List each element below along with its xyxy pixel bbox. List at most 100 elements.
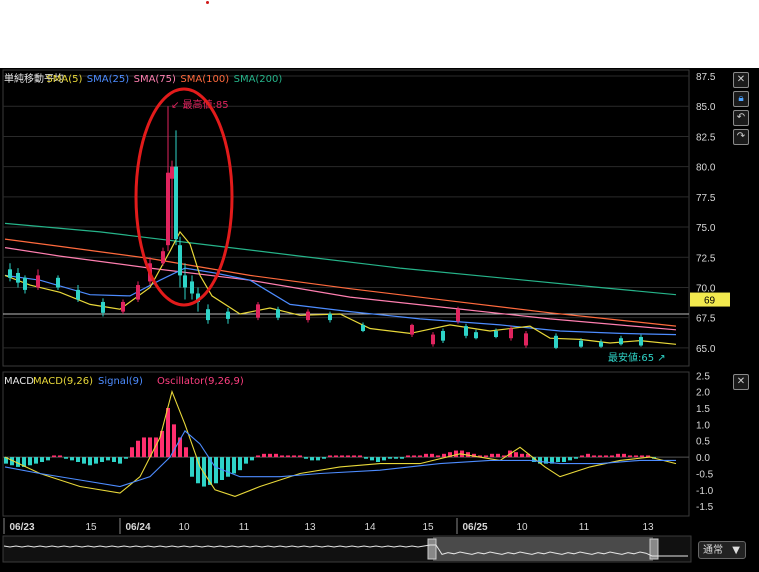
macd-y-tick-label: -1.5 <box>696 502 714 513</box>
candle-body <box>101 301 105 313</box>
price-y-tick-label: 72.5 <box>696 253 716 264</box>
oscillator-bar <box>214 457 218 484</box>
x-axis-label: 11 <box>239 522 250 533</box>
oscillator-bar <box>328 455 332 458</box>
oscillator-bar <box>634 455 638 458</box>
candle-body <box>579 340 583 347</box>
sma-line-sma200 <box>4 222 677 296</box>
sma-line-sma25 <box>4 267 677 336</box>
oscillator-bar <box>112 457 116 462</box>
oscillator-bar <box>316 457 320 461</box>
oscillator-bar <box>562 457 566 462</box>
candle-body <box>121 301 125 312</box>
oscillator-bar <box>130 447 134 458</box>
chart-canvas[interactable]: 87.585.082.580.077.575.072.570.067.565.0… <box>0 68 759 572</box>
oscillator-bar <box>454 450 458 458</box>
candle-body <box>226 311 230 319</box>
macd-y-tick-label: 2.0 <box>696 388 710 399</box>
macd-y-tick-label: 1.5 <box>696 404 710 415</box>
oscillator-bar <box>46 457 50 461</box>
candle-body <box>206 309 210 321</box>
candle-body <box>619 338 623 345</box>
redo-icon[interactable]: ↷ <box>733 129 749 145</box>
price-legend-item: SMA(25) <box>87 74 129 85</box>
oscillator-bar <box>76 457 80 462</box>
candle-body <box>174 166 178 240</box>
oscillator-bar <box>70 457 74 461</box>
x-axis-label: 06/23 <box>9 522 34 533</box>
oscillator-bar <box>376 457 380 462</box>
oscillator-bar <box>64 457 68 459</box>
macd-y-tick-label: -1.0 <box>696 486 714 497</box>
candle-body <box>76 289 80 300</box>
oscillator-bar <box>184 447 188 458</box>
oscillator-bar <box>418 455 422 458</box>
sma-line-sma100 <box>4 238 677 327</box>
chart-panel[interactable]: 87.5 85.0 82.5 80.0 77.5 75.0 72.5 70.0 67.5 65.0… <box>0 68 759 572</box>
oscillator-bar <box>268 453 272 458</box>
oscillator-bar <box>298 455 302 458</box>
oscillator-bar <box>100 457 104 462</box>
macd-y-tick-label: 2.5 <box>696 371 710 382</box>
close-icon[interactable]: ✕ <box>733 72 749 88</box>
oscillator-bar <box>250 457 254 461</box>
oscillator-bar <box>256 455 260 458</box>
oscillator-bar <box>556 457 560 462</box>
oscillator-bar <box>490 453 494 458</box>
candle-body <box>56 277 60 288</box>
oscillator-bar <box>334 455 338 458</box>
oscillator-bar <box>118 457 122 464</box>
candle-body <box>410 324 414 335</box>
x-axis-label: 13 <box>642 522 654 533</box>
candle-body <box>361 324 365 331</box>
candle-body <box>431 334 435 345</box>
oscillator-bar <box>82 457 86 464</box>
oscillator-bar <box>424 453 428 458</box>
oscillator-bar <box>340 455 344 458</box>
oscillator-bar <box>364 457 368 459</box>
macd-legend-item: Oscillator(9,26,9) <box>157 376 244 387</box>
price-y-tick-label: 87.5 <box>696 72 716 83</box>
candle-body <box>306 311 310 321</box>
oscillator-bar <box>574 457 578 459</box>
oscillator-bar <box>28 457 32 466</box>
oscillator-bar <box>166 408 170 458</box>
oscillator-bar <box>286 455 290 458</box>
candle-body <box>16 272 20 283</box>
oscillator-bar <box>580 455 584 458</box>
price-y-tick-label: 77.5 <box>696 193 716 204</box>
candle-body <box>509 328 513 339</box>
oscillator-bar <box>106 457 110 461</box>
oscillator-bar <box>598 455 602 458</box>
price-legend-item: SMA(75) <box>134 74 176 85</box>
price-legend-item: SMA(100) <box>180 74 229 85</box>
red-dot-marker <box>206 1 209 4</box>
x-axis-label: 06/25 <box>462 522 487 533</box>
oscillator-bar <box>238 457 242 471</box>
undo-icon[interactable]: ↶ <box>733 110 749 126</box>
oscillator-bar <box>514 452 518 458</box>
oscillator-bar <box>358 455 362 458</box>
oscillator-bar <box>442 453 446 458</box>
oscillator-bar <box>58 455 62 458</box>
x-axis-label: 14 <box>364 522 376 533</box>
oscillator-bar <box>34 457 38 464</box>
oscillator-bar <box>610 455 614 458</box>
macd-y-tick-label: 0.5 <box>696 437 710 448</box>
price-y-tick-label: 65.0 <box>696 344 716 355</box>
candle-body <box>328 314 332 321</box>
macd-legend-item: Signal(9) <box>98 376 143 387</box>
x-axis-label: 06/24 <box>125 522 150 533</box>
candle-body <box>8 269 12 278</box>
range-select[interactable]: 通常 ▼ <box>698 541 746 559</box>
oscillator-bar <box>124 457 128 459</box>
sma-line-sma5 <box>4 230 677 345</box>
oscillator-bar <box>520 453 524 458</box>
x-axis-label: 13 <box>304 522 316 533</box>
oscillator-bar <box>304 457 308 459</box>
macd-close-icon[interactable]: ✕ <box>733 374 749 390</box>
candle-body <box>170 166 174 179</box>
oscillator-bar <box>274 453 278 458</box>
lock-icon[interactable]: 🔒︎ <box>733 91 749 107</box>
oscillator-bar <box>142 437 146 458</box>
